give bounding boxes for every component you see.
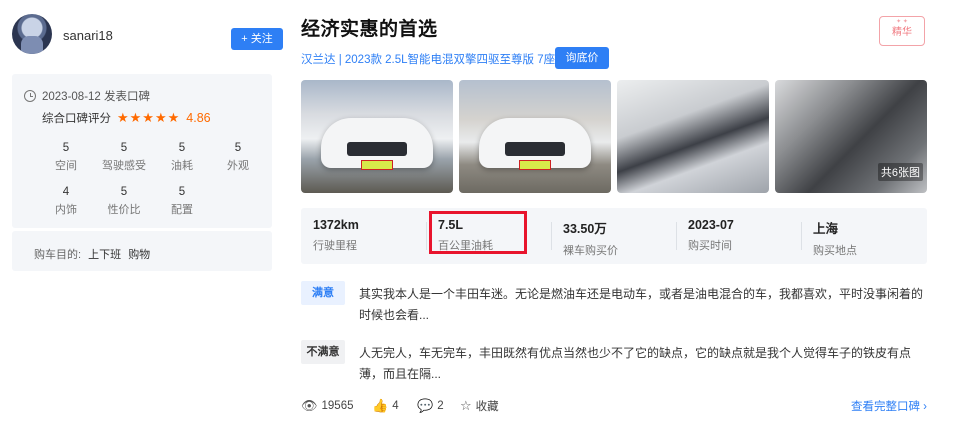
spec-item: 33.50万 裸车购买价 (563, 218, 618, 258)
views-counter: 👁 19565 (301, 398, 354, 414)
divider (551, 222, 552, 250)
spec-value: 上海 (813, 222, 839, 236)
unsatisfied-text[interactable]: 人无完人，车无完车，丰田既然有优点当然也少不了它的缺点，它的缺点就是我个人觉得车… (359, 343, 925, 385)
star-rating-icon: ★★★★★ (117, 110, 181, 125)
rating-label: 外观 (227, 160, 249, 172)
clock-icon (24, 90, 36, 102)
rating-item: 5 油耗 (152, 142, 212, 173)
car-photo-front[interactable] (301, 80, 453, 193)
rating-item: 5 性价比 (94, 186, 154, 217)
spec-label: 行驶里程 (313, 240, 357, 252)
avatar[interactable] (12, 14, 52, 54)
rating-card: 2023-08-12 发表口碑 综合口碑评分 ★★★★★ 4.86 5 空间 5… (12, 74, 272, 228)
review-footer: 👁 19565 👍 4 💬 2 ☆ 收藏 查看完整口碑 › (301, 398, 927, 416)
post-date: 2023-08-12 发表口碑 (24, 88, 150, 104)
spec-bar: 1372km 行驶里程 7.5L 百公里油耗 33.50万 裸车购买价 2023… (301, 208, 927, 264)
rating-label: 驾驶感受 (102, 160, 146, 172)
divider (801, 222, 802, 250)
license-plate-shape (361, 160, 393, 170)
rating-score: 5 (234, 142, 242, 154)
rating-item: 5 驾驶感受 (94, 142, 154, 173)
purpose-row: 购车目的: 上下班 购物 (34, 246, 150, 262)
purpose-tag: 购物 (128, 249, 151, 261)
rating-score: 5 (178, 186, 186, 198)
spec-label: 购买地点 (813, 245, 857, 257)
spec-label: 裸车购买价 (563, 245, 618, 257)
thumbs-up-icon: 👍 (372, 398, 389, 413)
satisfied-section: 满意 其实我本人是一个丰田车迷。无论是燃油车还是电动车，或者是油电混合的车，我都… (301, 281, 927, 325)
unsatisfied-section: 不满意 人无完人，车无完车，丰田既然有优点当然也少不了它的缺点，它的缺点就是我个… (301, 340, 927, 384)
follow-button[interactable]: + 关注 (231, 28, 283, 50)
essence-badge: 精华 (879, 6, 925, 46)
ask-price-button[interactable]: 询底价 (555, 47, 609, 69)
star-outline-icon: ☆ (460, 398, 472, 413)
rating-item: 4 内饰 (36, 186, 96, 217)
eye-icon: 👁 (301, 398, 318, 413)
divider (426, 222, 427, 250)
spec-value: 2023-07 (688, 218, 734, 232)
spec-value: 1372km (313, 218, 359, 232)
spec-item: 1372km 行驶里程 (313, 218, 359, 253)
purpose-tag: 上下班 (88, 249, 122, 261)
collect-label: 收藏 (475, 401, 499, 413)
rating-item: 5 配置 (152, 186, 212, 217)
spec-item: 2023-07 购买时间 (688, 218, 734, 253)
photo-count[interactable]: 共6张图 (877, 163, 923, 181)
review-title[interactable]: 经济实惠的首选 (301, 14, 438, 41)
rating-label: 内饰 (55, 204, 77, 216)
rating-item: 5 空间 (36, 142, 96, 173)
license-plate-shape (519, 160, 551, 170)
car-grill-shape (347, 142, 407, 156)
car-photo-interior[interactable]: 共6张图 (775, 80, 927, 193)
divider (676, 222, 677, 250)
highlight-box (429, 211, 527, 254)
rating-score: 5 (120, 142, 128, 154)
satisfied-text[interactable]: 其实我本人是一个丰田车迷。无论是燃油车还是电动车，或者是油电混合的车，我都喜欢，… (359, 284, 925, 326)
rating-score: 4 (62, 186, 70, 198)
rating-score: 5 (178, 142, 186, 154)
comments-count: 2 (437, 400, 444, 412)
user-row: sanari18 + 关注 (12, 14, 283, 58)
car-photo-headlight[interactable] (617, 80, 769, 193)
comment-button[interactable]: 💬 2 (417, 398, 444, 414)
rating-label: 配置 (171, 204, 193, 216)
collect-button[interactable]: ☆ 收藏 (460, 398, 499, 414)
rating-score: 5 (62, 142, 70, 154)
views-count: 19565 (321, 400, 354, 412)
rating-label: 油耗 (171, 160, 193, 172)
overall-score-value: 4.86 (186, 111, 211, 125)
satisfied-tag: 满意 (301, 281, 345, 305)
car-photo-angle[interactable] (459, 80, 611, 193)
model-link[interactable]: 汉兰达 | 2023款 2.5L智能电混双擎四驱至尊版 7座 (301, 51, 555, 67)
post-date-text: 2023-08-12 发表口碑 (42, 91, 151, 103)
spec-label: 购买时间 (688, 240, 732, 252)
spec-item: 上海 购买地点 (813, 218, 857, 258)
overall-score-label: 综合口碑评分 (42, 113, 111, 125)
comment-icon: 💬 (417, 398, 434, 413)
likes-count: 4 (392, 400, 399, 412)
rating-label: 空间 (55, 160, 77, 172)
top-strip (0, 0, 960, 4)
username[interactable]: sanari18 (63, 28, 113, 43)
overall-score-row: 综合口碑评分 ★★★★★ 4.86 (42, 110, 211, 126)
unsatisfied-tag: 不满意 (301, 340, 345, 364)
like-button[interactable]: 👍 4 (372, 398, 399, 414)
rating-score: 5 (120, 186, 128, 198)
car-grill-shape (505, 142, 565, 156)
rating-item: 5 外观 (208, 142, 268, 173)
view-full-review-link[interactable]: 查看完整口碑 › (851, 398, 927, 414)
purpose-label: 购车目的: (34, 249, 82, 261)
rating-label: 性价比 (107, 204, 141, 216)
spec-value: 33.50万 (563, 222, 607, 236)
purpose-card: 购车目的: 上下班 购物 (12, 231, 272, 271)
